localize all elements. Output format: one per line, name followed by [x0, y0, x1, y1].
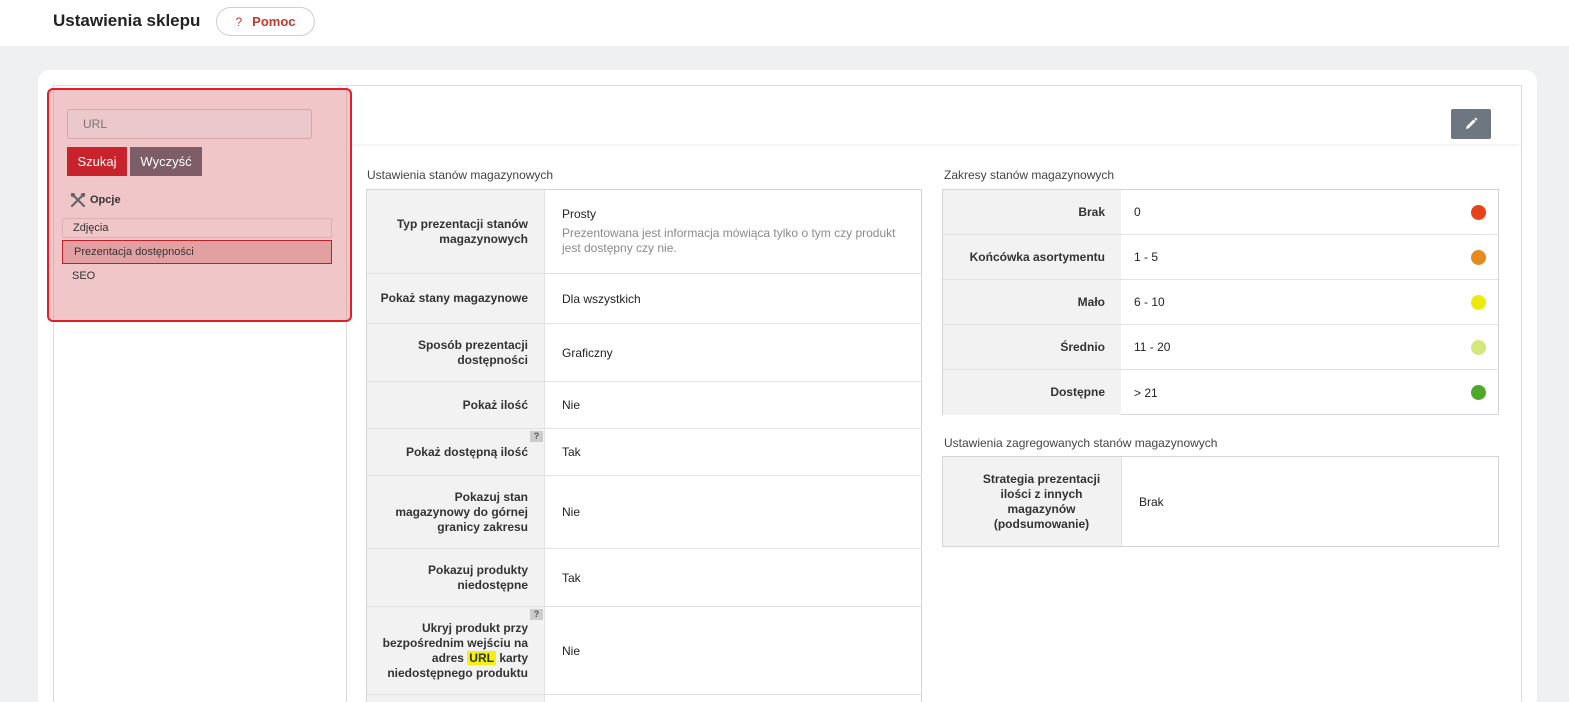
options-header: Opcje: [70, 193, 121, 207]
row-value[interactable]: Dla wszystkich: [545, 274, 641, 323]
row-value[interactable]: Tak: [545, 429, 581, 475]
row-value[interactable]: Nie: [545, 382, 580, 428]
range-value-cell: 6 - 10: [1121, 280, 1498, 324]
help-badge[interactable]: ?: [530, 609, 543, 620]
row-value[interactable]: Nie: [545, 476, 580, 548]
row-label: ? Pokaż dostępną ilość: [367, 429, 545, 475]
range-value: > 21: [1134, 385, 1158, 400]
range-label: Średnio: [943, 325, 1121, 369]
stock-ranges-title: Zakresy stanów magazynowych: [944, 168, 1115, 182]
table-row: Pokaż stany magazynowe Dla wszystkich: [367, 274, 921, 324]
table-row: [367, 695, 921, 702]
clear-button[interactable]: Wyczyść: [130, 147, 202, 176]
pencil-icon: [1466, 117, 1478, 129]
aggregated-table: Strategia prezentacji ilości z innych ma…: [942, 456, 1499, 547]
table-row: Pokazuj stan magazynowy do górnej granic…: [367, 476, 921, 549]
range-label: Końcówka asortymentu: [943, 235, 1121, 279]
row-value[interactable]: Nie: [545, 607, 580, 694]
table-row: Końcówka asortymentu 1 - 5: [943, 235, 1498, 280]
row-label: Strategia prezentacji ilości z innych ma…: [943, 457, 1122, 546]
row-value[interactable]: Graficzny: [545, 324, 613, 381]
range-label: Brak: [943, 190, 1121, 234]
help-button[interactable]: ? Pomoc: [216, 7, 315, 36]
row-value: [545, 695, 562, 702]
range-value: 6 - 10: [1134, 295, 1165, 309]
row-label: Pokazuj produkty niedostępne: [367, 549, 545, 606]
sidebar-item-prezentacja-dostepnosci[interactable]: Prezentacja dostępności: [62, 240, 332, 264]
status-dot-icon: [1471, 339, 1486, 355]
help-badge[interactable]: ?: [530, 431, 543, 442]
row-value[interactable]: Prosty Prezentowana jest informacja mówi…: [545, 190, 921, 273]
status-dot-icon: [1471, 204, 1486, 220]
table-row: Typ prezentacji stanów magazynowych Pros…: [367, 190, 921, 274]
range-label: Dostępne: [943, 370, 1121, 415]
row-label: Pokazuj stan magazynowy do górnej granic…: [367, 476, 545, 548]
page-title: Ustawienia sklepu: [53, 11, 201, 30]
range-label: Mało: [943, 280, 1121, 324]
range-value-cell: 11 - 20: [1121, 325, 1498, 369]
sidebar-item-zdjecia[interactable]: Zdjęcia: [62, 218, 332, 238]
row-description: Prezentowana jest informacja mówiąca tyl…: [562, 226, 896, 255]
range-value: 11 - 20: [1134, 340, 1171, 354]
table-row: Średnio 11 - 20: [943, 325, 1498, 370]
range-value-cell: 1 - 5: [1121, 235, 1498, 279]
row-value[interactable]: Tak: [545, 549, 581, 606]
range-value: 0: [1134, 205, 1141, 219]
search-button[interactable]: Szukaj: [67, 147, 127, 176]
row-label: Pokaż ilość: [367, 382, 545, 428]
table-row: Pokaż ilość Nie: [367, 382, 921, 429]
search-input[interactable]: [67, 109, 312, 139]
table-row: ? Pokaż dostępną ilość Tak: [367, 429, 921, 476]
edit-button[interactable]: [1451, 109, 1491, 139]
table-row: Strategia prezentacji ilości z innych ma…: [943, 457, 1498, 546]
row-label: Typ prezentacji stanów magazynowych: [367, 190, 545, 273]
status-dot-icon: [1471, 294, 1486, 310]
range-value-cell: > 21: [1121, 370, 1498, 415]
top-bar: Ustawienia sklepu ? Pomoc: [0, 0, 1569, 46]
row-label: [367, 695, 545, 702]
status-dot-icon: [1471, 385, 1486, 400]
url-highlight: URL: [467, 650, 496, 665]
table-row: Dostępne > 21: [943, 370, 1498, 415]
table-row: ? Ukryj produkt przy bezpośrednim wejści…: [367, 607, 921, 695]
range-value: 1 - 5: [1134, 250, 1159, 264]
table-row: Mało 6 - 10: [943, 280, 1498, 325]
aggregated-title: Ustawienia zagregowanych stanów magazyno…: [944, 436, 1218, 450]
table-row: Pokazuj produkty niedostępne Tak: [367, 549, 921, 607]
help-button-label: Pomoc: [252, 14, 296, 29]
row-label: Sposób prezentacji dostępności: [367, 324, 545, 381]
range-value-cell: 0: [1121, 190, 1498, 234]
question-icon: ?: [235, 14, 243, 29]
stock-settings-table: Typ prezentacji stanów magazynowych Pros…: [366, 189, 922, 702]
tools-icon: [70, 193, 86, 207]
stock-ranges-table: Brak 0 Końcówka asortymentu 1 - 5 Mało 6…: [942, 189, 1499, 415]
status-dot-icon: [1471, 249, 1486, 265]
row-label: Pokaż stany magazynowe: [367, 274, 545, 323]
row-label: ? Ukryj produkt przy bezpośrednim wejści…: [367, 607, 545, 694]
stock-settings-title: Ustawienia stanów magazynowych: [367, 168, 554, 182]
options-label: Opcje: [90, 194, 121, 206]
row-value[interactable]: Brak: [1122, 457, 1164, 546]
sidebar-item-seo[interactable]: SEO: [62, 267, 332, 287]
table-row: Brak 0: [943, 190, 1498, 235]
table-row: Sposób prezentacji dostępności Graficzny: [367, 324, 921, 382]
content-header: [348, 86, 1521, 144]
